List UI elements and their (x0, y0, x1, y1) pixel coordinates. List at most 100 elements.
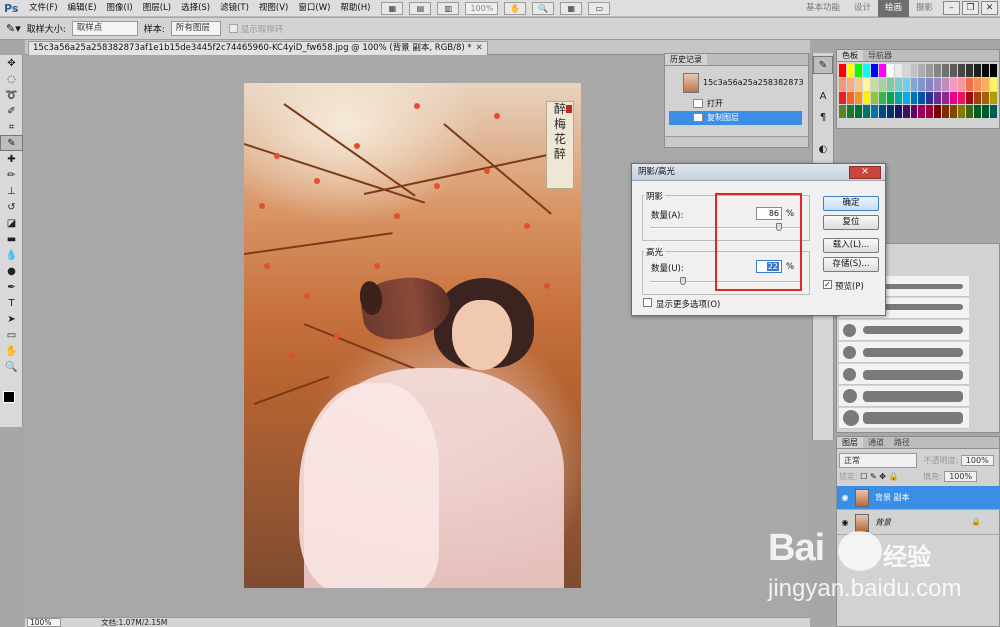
color-swatch[interactable] (966, 91, 974, 105)
color-swatch[interactable] (846, 105, 854, 118)
hand-tool-icon[interactable]: ✋ (0, 343, 23, 359)
color-swatch[interactable] (966, 64, 974, 77)
dodge-tool-icon[interactable]: ● (0, 263, 23, 279)
zoom-level-select[interactable]: 100% (465, 1, 499, 15)
lock-icons[interactable]: ☐ ✎ ✥ 🔒 (860, 472, 898, 481)
color-swatch[interactable] (878, 77, 886, 91)
visibility-eye-icon[interactable]: ◉ (840, 493, 850, 502)
close-icon[interactable]: ✕ (476, 43, 483, 53)
color-swatch[interactable] (902, 77, 910, 91)
color-swatch[interactable] (854, 91, 862, 105)
menu-image[interactable]: 图像(I) (102, 0, 138, 17)
highlights-slider-thumb[interactable] (680, 277, 686, 285)
color-swatch[interactable] (870, 105, 878, 118)
blur-tool-icon[interactable]: 💧 (0, 247, 23, 263)
color-swatch[interactable] (902, 91, 910, 105)
workspace-essentials[interactable]: 基本功能 (799, 0, 847, 17)
color-swatch[interactable] (894, 91, 902, 105)
opacity-field[interactable]: 100% (960, 455, 994, 466)
color-swatch[interactable] (958, 91, 966, 105)
marquee-tool-icon[interactable]: ◌ (0, 71, 23, 87)
color-swatch[interactable] (870, 77, 878, 91)
menu-select[interactable]: 选择(S) (176, 0, 215, 17)
close-icon[interactable]: ✕ (849, 166, 881, 179)
menu-help[interactable]: 帮助(H) (335, 0, 375, 17)
color-swatch[interactable] (886, 64, 894, 77)
brush-tool-icon[interactable]: ✏ (0, 167, 23, 183)
layer-row[interactable]: ◉ 背景 副本 (837, 486, 1000, 510)
menu-file[interactable]: 文件(F) (24, 0, 63, 17)
color-swatch[interactable] (862, 105, 870, 118)
color-swatch[interactable] (910, 77, 918, 91)
color-swatch[interactable] (942, 64, 950, 77)
color-swatch[interactable] (862, 77, 870, 91)
crop-tool-icon[interactable]: ⌗ (0, 119, 23, 135)
color-swatch[interactable] (894, 105, 902, 118)
color-swatch[interactable] (886, 77, 894, 91)
tab-history[interactable]: 历史记录 (665, 54, 707, 65)
menu-window[interactable]: 窗口(W) (293, 0, 335, 17)
type-tool-icon[interactable]: T (0, 295, 23, 311)
more-options-checkbox[interactable] (643, 298, 652, 307)
adjustments-icon[interactable]: ◐ (813, 141, 833, 159)
shape-tool-icon[interactable]: ▭ (0, 327, 23, 343)
color-swatch[interactable] (886, 105, 894, 118)
tab-navigator[interactable]: 导航器 (863, 50, 897, 61)
color-swatch[interactable] (854, 77, 862, 91)
color-swatch[interactable] (846, 91, 854, 105)
color-swatch[interactable] (839, 77, 846, 91)
color-swatch[interactable] (910, 64, 918, 77)
hand-tool-icon[interactable]: ✋ (504, 1, 527, 15)
color-swatch[interactable] (926, 105, 934, 118)
color-swatch[interactable] (839, 91, 846, 105)
quick-select-tool-icon[interactable]: ✐ (0, 103, 23, 119)
zoom-tool-icon[interactable]: 🔍 (0, 359, 23, 375)
shadows-slider-thumb[interactable] (776, 223, 782, 231)
eyedropper-icon[interactable]: ✎ (0, 135, 23, 151)
color-swatch[interactable] (870, 64, 878, 77)
color-swatch[interactable] (878, 105, 886, 118)
color-swatch[interactable] (934, 91, 942, 105)
color-swatch[interactable] (926, 91, 934, 105)
tab-layers[interactable]: 图层 (837, 437, 863, 448)
screen-mode-button[interactable]: ▭ (588, 1, 611, 15)
menu-view[interactable]: 视图(V) (254, 0, 293, 17)
color-swatch[interactable] (934, 105, 942, 118)
clone-stamp-icon[interactable]: ⊥ (0, 183, 23, 199)
sample-layers-select[interactable]: 所有图层 (170, 21, 221, 36)
color-swatch[interactable] (870, 91, 878, 105)
color-swatch[interactable] (942, 91, 950, 105)
highlights-amount-input[interactable]: 22 (756, 260, 782, 273)
color-swatch[interactable] (894, 77, 902, 91)
color-swatch[interactable] (918, 77, 926, 91)
color-swatch[interactable] (974, 105, 982, 118)
history-brush-icon[interactable]: ↺ (0, 199, 23, 215)
color-swatch[interactable] (918, 105, 926, 118)
color-swatch[interactable] (862, 64, 870, 77)
color-swatch[interactable] (878, 64, 886, 77)
color-swatch[interactable] (918, 91, 926, 105)
color-swatch[interactable] (910, 91, 918, 105)
color-swatch[interactable] (934, 64, 942, 77)
menu-filter[interactable]: 滤镜(T) (215, 0, 254, 17)
snapshot-thumbnail[interactable] (683, 73, 699, 93)
pen-tool-icon[interactable]: ✒ (0, 279, 23, 295)
color-swatch[interactable] (846, 77, 854, 91)
workspace-painting[interactable]: 绘画 (877, 0, 909, 17)
color-swatch[interactable] (942, 105, 950, 118)
bridge-button[interactable]: ▦ (381, 1, 404, 15)
blend-mode-select[interactable]: 正常 (839, 453, 917, 468)
color-swatch[interactable] (902, 64, 910, 77)
color-swatch[interactable] (839, 105, 846, 118)
status-zoom-field[interactable]: 100% (27, 618, 61, 627)
history-item[interactable]: 打开 (669, 97, 802, 111)
workspace-photography[interactable]: 摄影 (909, 0, 940, 17)
show-sampling-ring-checkbox[interactable] (228, 24, 238, 33)
color-swatch[interactable] (878, 91, 886, 105)
fill-field[interactable]: 100% (944, 471, 978, 482)
color-swatch[interactable] (950, 105, 958, 118)
paragraph-panel-icon[interactable]: ¶ (813, 109, 833, 127)
minibridge-button[interactable]: ▤ (409, 1, 432, 15)
foreground-color-swatch[interactable] (3, 391, 15, 403)
lasso-tool-icon[interactable]: ➰ (0, 87, 23, 103)
